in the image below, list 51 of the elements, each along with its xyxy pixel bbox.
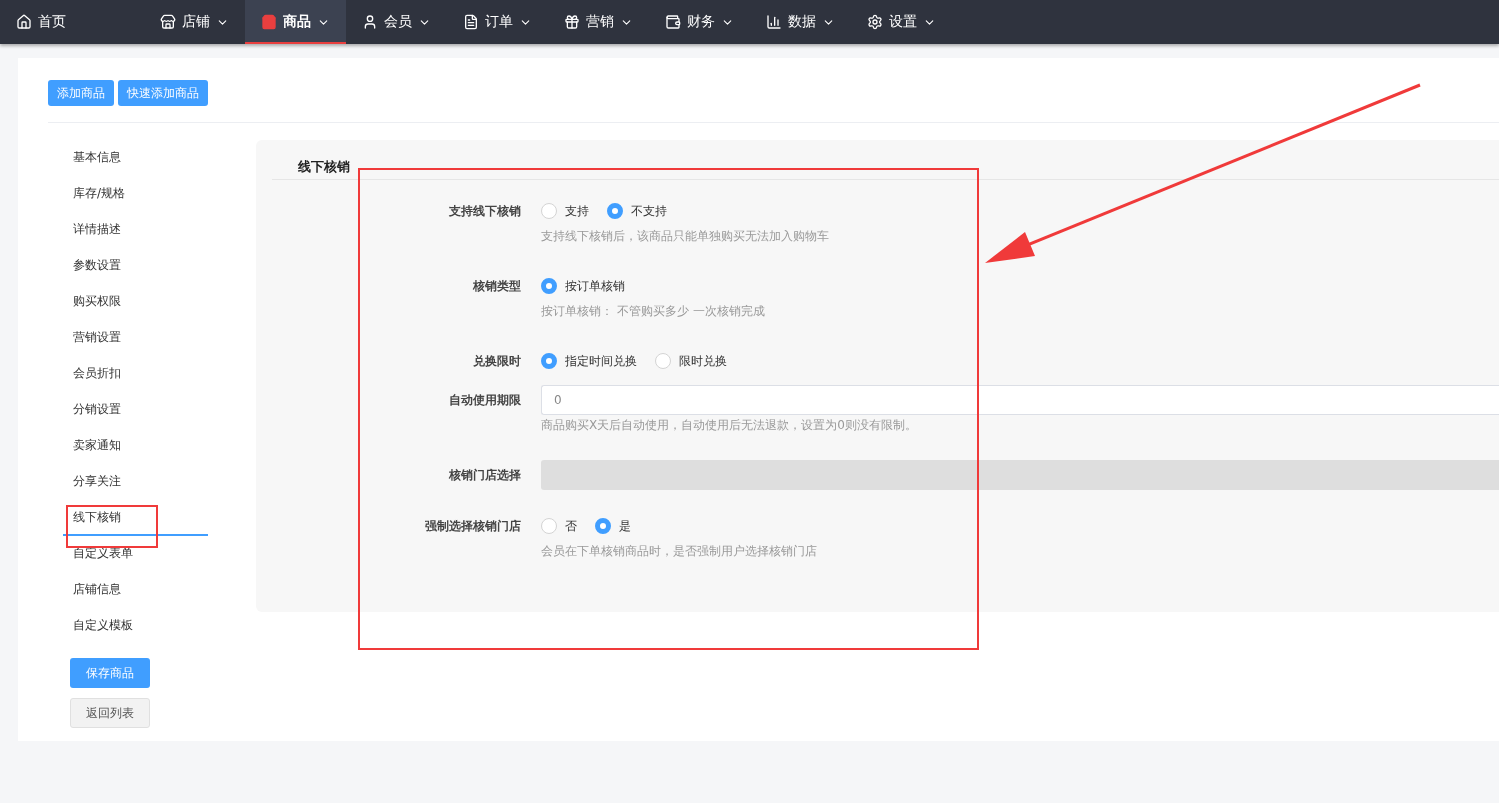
radio-option[interactable]: 否 [541,517,577,535]
sidebar-item[interactable]: 参数设置 [48,248,208,284]
nav-tab[interactable]: 会员 [346,0,447,44]
sidebar-item[interactable]: 自定义模板 [48,608,208,644]
home-icon [16,14,32,30]
field-hint: 支持线下核销后，该商品只能单独购买无法加入购物车 [541,228,830,245]
nav-tab[interactable]: 首页 [0,0,82,44]
sidebar-item[interactable]: 会员折扣 [48,356,208,392]
gift-icon [564,14,580,30]
radio-option[interactable]: 是 [595,517,631,535]
sidebar-item[interactable]: 分销设置 [48,392,208,428]
field-hint: 商品购买X天后自动使用，自动使用后无法退款，设置为0则没有限制。 [541,417,918,434]
nav-tab[interactable]: 订单 [447,0,548,44]
field-label: 兑换限时 [472,353,521,370]
field-hint: 会员在下单核销商品时，是否强制用户选择核销门店 [541,543,818,560]
user-icon [362,14,378,30]
field-label: 支持线下核销 [448,203,521,220]
field-hint: 按订单核销： 不管购买多少 一次核销完成 [541,303,766,320]
radio-option[interactable]: 指定时间兑换 [541,352,637,370]
radio-option[interactable]: 按订单核销 [541,277,625,295]
nav-tab[interactable]: 营销 [548,0,649,44]
document-icon [463,14,479,30]
nav-tab[interactable]: 财务 [649,0,750,44]
nav-tab[interactable]: 店铺 [144,0,245,44]
bar-chart-icon [766,14,782,30]
sidebar-item[interactable]: 自定义表单 [48,536,208,572]
field-label: 自动使用期限 [448,392,521,409]
radio-option[interactable]: 不支持 [607,202,667,220]
settings-icon [867,14,883,30]
sidebar-item[interactable]: 库存/规格 [48,176,208,212]
radio-option[interactable]: 支持 [541,202,589,220]
field-label: 强制选择核销门店 [424,518,521,535]
sidebar-item[interactable]: 线下核销 [63,500,208,536]
nav-tab[interactable]: 设置 [851,0,952,44]
sidebar-item[interactable]: 详情描述 [48,212,208,248]
input-field[interactable]: 0 [541,385,1499,415]
sidebar-item[interactable]: 基本信息 [48,140,208,176]
back-button[interactable]: 返回列表 [70,698,150,728]
field-label: 核销类型 [472,278,521,295]
nav-tab[interactable]: 商品 [245,0,346,44]
sidebar-item[interactable]: 卖家通知 [48,428,208,464]
store-icon [160,14,176,30]
wallet-icon [665,14,681,30]
sidebar-item[interactable]: 购买权限 [48,284,208,320]
nav-tab[interactable]: 数据 [750,0,851,44]
radio-option[interactable]: 限时兑换 [655,352,727,370]
sidebar-item[interactable]: 分享关注 [48,464,208,500]
section-title: 线下核销 [272,156,1499,180]
sidebar-item[interactable]: 店铺信息 [48,572,208,608]
field-label: 核销门店选择 [448,467,521,484]
sidebar-item[interactable]: 营销设置 [48,320,208,356]
